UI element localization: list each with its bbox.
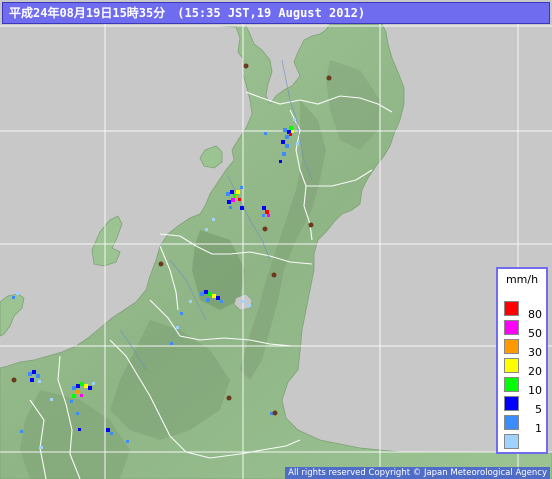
legend-swatch: [504, 377, 519, 392]
legend-swatch: [504, 396, 519, 411]
legend-swatch: [504, 358, 519, 373]
legend-swatch: [504, 434, 519, 449]
legend-label: 50: [528, 327, 542, 340]
legend-swatch: [504, 339, 519, 354]
legend-label: 10: [528, 384, 542, 397]
legend-label: 1: [535, 422, 542, 435]
precipitation-legend: mm/h 80 50 30 20 10 5 1: [496, 267, 548, 454]
radar-map-app: 平成24年08月19日15時35分 (15:35 JST,19 August 2…: [0, 0, 552, 479]
legend-swatch: [504, 320, 519, 335]
legend-label: 5: [535, 403, 542, 416]
timestamp-banner: 平成24年08月19日15時35分 (15:35 JST,19 August 2…: [2, 2, 550, 24]
legend-label: 80: [528, 308, 542, 321]
legend-label: 20: [528, 365, 542, 378]
legend-unit: mm/h: [505, 273, 539, 286]
radar-map: [0, 0, 552, 479]
copyright-notice: All rights reserved Copyright © Japan Me…: [285, 467, 550, 479]
legend-label: 30: [528, 346, 542, 359]
legend-swatch: [504, 415, 519, 430]
legend-swatch: [504, 301, 519, 316]
